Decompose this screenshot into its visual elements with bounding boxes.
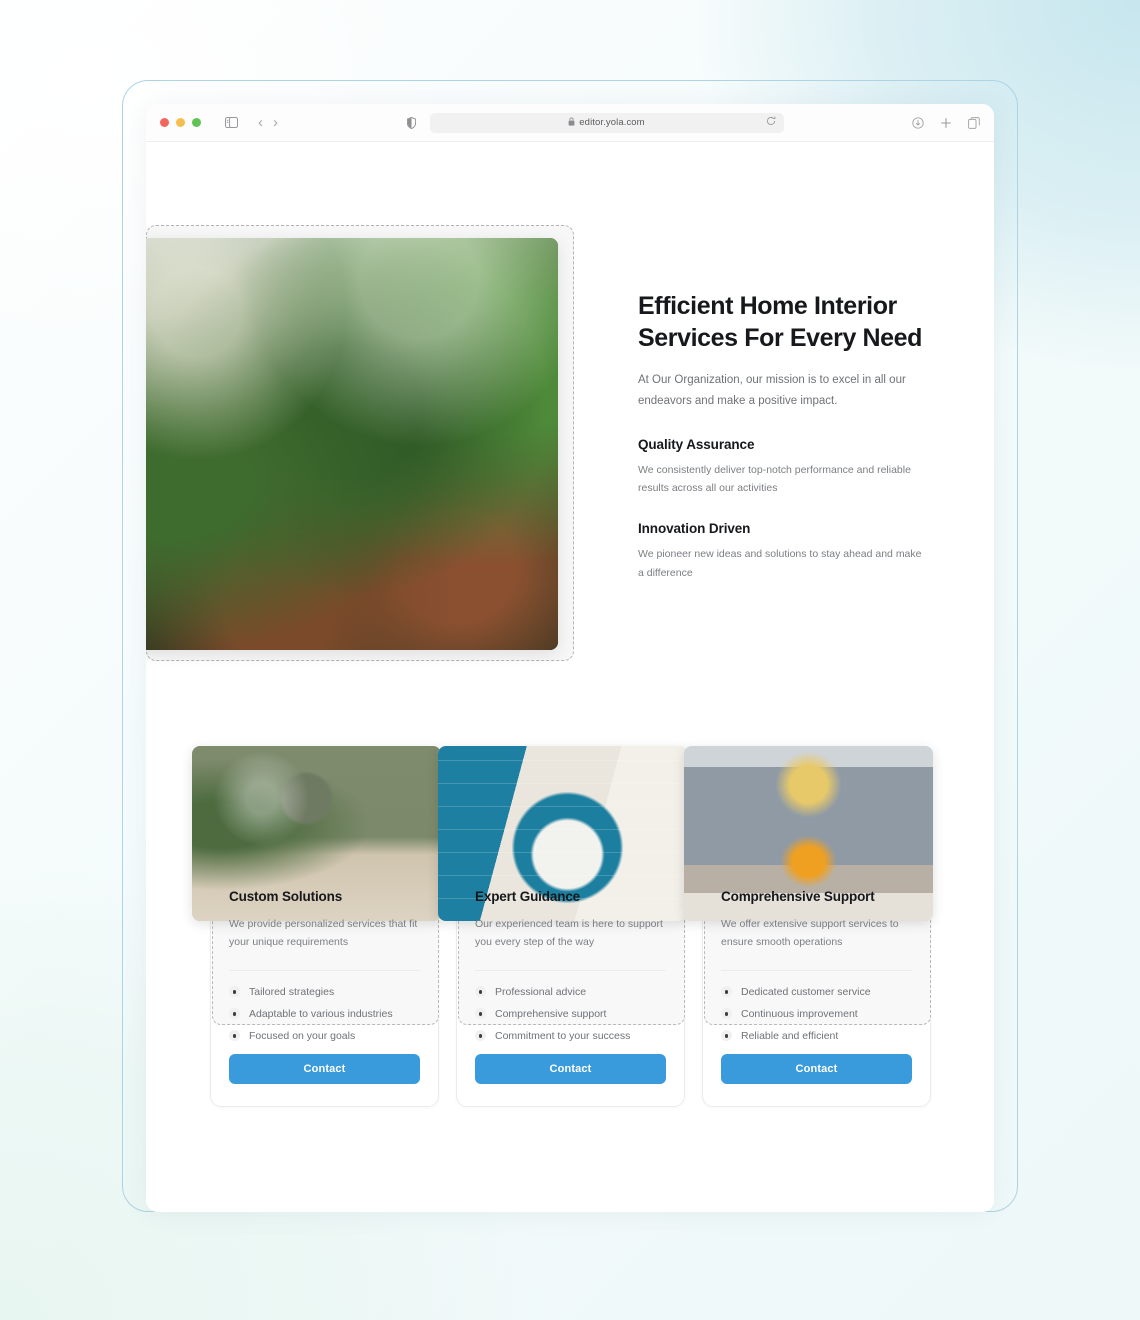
browser-toolbar: ‹ › editor.yola.com <box>146 104 994 142</box>
list-item-label: Commitment to your success <box>495 1029 631 1042</box>
bullet-icon <box>475 1008 486 1020</box>
close-window-button[interactable] <box>160 118 169 127</box>
toolbar-right-actions <box>912 116 980 129</box>
card-body: Custom Solutions We provide personalized… <box>229 889 420 1084</box>
list-item: Continuous improvement <box>721 1008 912 1020</box>
bullet-icon <box>475 1030 486 1042</box>
card-expert-guidance: Expert Guidance Our experienced team is … <box>438 746 687 1107</box>
page-canvas: Efficient Home Interior Services For Eve… <box>146 142 994 1212</box>
divider <box>475 969 666 971</box>
feature-quality-assurance: Quality Assurance We consistently delive… <box>638 437 928 498</box>
list-item: Dedicated customer service <box>721 986 912 998</box>
contact-button[interactable]: Contact <box>721 1053 912 1084</box>
card-title: Comprehensive Support <box>721 889 875 904</box>
card-description: We offer extensive support services to e… <box>721 918 899 949</box>
bullet-icon <box>721 986 732 998</box>
list-item-label: Reliable and efficient <box>741 1029 839 1042</box>
card-title: Expert Guidance <box>475 889 581 904</box>
list-item: Comprehensive support <box>475 1008 666 1020</box>
list-item: Reliable and efficient <box>721 1030 912 1042</box>
divider <box>229 969 420 971</box>
contact-button[interactable]: Contact <box>475 1053 666 1084</box>
nav-back-button[interactable]: ‹ <box>258 115 263 130</box>
list-item-label: Focused on your goals <box>249 1029 356 1042</box>
hero-image[interactable] <box>146 238 558 650</box>
list-item-label: Professional advice <box>495 985 587 998</box>
divider <box>721 969 912 971</box>
download-icon[interactable] <box>912 116 924 129</box>
card-body: Expert Guidance Our experienced team is … <box>475 889 666 1084</box>
window-traffic-lights <box>160 118 201 127</box>
card-description: We provide personalized services that fi… <box>229 918 418 949</box>
bullet-icon <box>721 1030 732 1042</box>
list-item-label: Comprehensive support <box>495 1007 607 1020</box>
bullet-icon <box>229 986 240 998</box>
hero-image-photo <box>146 238 558 650</box>
sidebar-toggle-icon[interactable] <box>225 117 238 128</box>
address-bar-container: editor.yola.com <box>278 112 912 133</box>
card-bullet-list: Dedicated customer service Continuous im… <box>721 986 912 1042</box>
list-item: Commitment to your success <box>475 1030 666 1042</box>
address-bar[interactable]: editor.yola.com <box>429 112 784 133</box>
card-body: Comprehensive Support We offer extensive… <box>721 889 912 1084</box>
reload-icon[interactable] <box>766 116 776 129</box>
list-item-label: Dedicated customer service <box>741 985 871 998</box>
plus-icon[interactable] <box>940 117 952 129</box>
bullet-icon <box>229 1008 240 1020</box>
list-item: Focused on your goals <box>229 1030 420 1042</box>
shield-icon[interactable] <box>406 116 416 129</box>
card-comprehensive-support: Comprehensive Support We offer extensive… <box>684 746 933 1107</box>
list-item-label: Continuous improvement <box>741 1007 858 1020</box>
bullet-icon <box>229 1030 240 1042</box>
minimize-window-button[interactable] <box>176 118 185 127</box>
list-item: Professional advice <box>475 986 666 998</box>
bullet-icon <box>721 1008 732 1020</box>
browser-window: ‹ › editor.yola.com Efficient Home Inter… <box>146 104 994 1212</box>
tab-overview-icon[interactable] <box>968 116 980 129</box>
cards-section: Custom Solutions We provide personalized… <box>192 746 933 1107</box>
list-item: Adaptable to various industries <box>229 1008 420 1020</box>
list-item-label: Tailored strategies <box>249 985 335 998</box>
list-item-label: Adaptable to various industries <box>249 1007 393 1020</box>
bullet-icon <box>475 986 486 998</box>
contact-button[interactable]: Contact <box>229 1053 420 1084</box>
lock-icon <box>568 117 575 128</box>
address-text: editor.yola.com <box>579 117 645 128</box>
feature-title: Quality Assurance <box>638 436 755 452</box>
page-title: Efficient Home Interior Services For Eve… <box>638 292 923 352</box>
card-bullet-list: Professional advice Comprehensive suppor… <box>475 986 666 1042</box>
hero-subtitle: At Our Organization, our mission is to e… <box>638 374 906 408</box>
card-title: Custom Solutions <box>229 889 343 904</box>
zoom-window-button[interactable] <box>192 118 201 127</box>
feature-title: Innovation Driven <box>638 521 751 537</box>
hero-text-block: Efficient Home Interior Services For Eve… <box>638 290 928 582</box>
feature-body: We pioneer new ideas and solutions to st… <box>638 548 922 579</box>
card-description: Our experienced team is here to support … <box>475 918 663 949</box>
feature-body: We consistently deliver top-notch perfor… <box>638 463 911 494</box>
feature-innovation-driven: Innovation Driven We pioneer new ideas a… <box>638 521 928 582</box>
card-custom-solutions: Custom Solutions We provide personalized… <box>192 746 441 1107</box>
list-item: Tailored strategies <box>229 986 420 998</box>
card-bullet-list: Tailored strategies Adaptable to various… <box>229 986 420 1042</box>
